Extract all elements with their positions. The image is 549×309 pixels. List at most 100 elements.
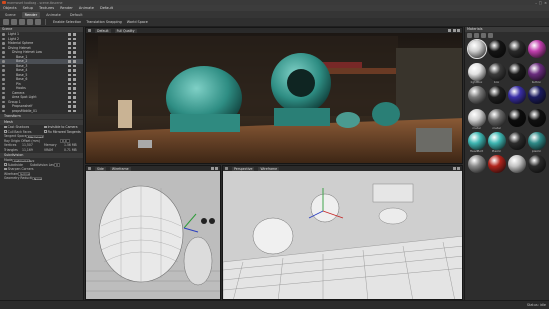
tab-render[interactable]: Render bbox=[21, 11, 41, 18]
material-swatch[interactable] bbox=[507, 109, 526, 131]
translation-snapping-toggle[interactable]: Translation Snapping bbox=[86, 20, 121, 24]
visibility-icon[interactable] bbox=[68, 46, 71, 49]
material-swatch[interactable] bbox=[467, 155, 486, 177]
menu-item-textures[interactable]: Textures bbox=[39, 6, 54, 10]
visibility-icon[interactable] bbox=[68, 82, 71, 85]
lock-icon[interactable] bbox=[73, 73, 76, 76]
visibility-icon[interactable] bbox=[68, 55, 71, 58]
menu-item-setup[interactable]: Setup bbox=[23, 6, 33, 10]
material-swatch[interactable]: plastic bbox=[527, 132, 546, 154]
visibility-icon[interactable] bbox=[68, 73, 71, 76]
material-swatch[interactable] bbox=[466, 39, 487, 62]
main-viewport[interactable]: Default Full Quality bbox=[85, 27, 463, 164]
camera-icon[interactable] bbox=[88, 167, 91, 170]
material-swatch[interactable]: button bbox=[527, 63, 546, 85]
material-swatch[interactable] bbox=[527, 155, 546, 177]
enable-selection-toggle[interactable]: Enable Selection bbox=[53, 20, 81, 24]
scale-tool-icon[interactable] bbox=[27, 19, 33, 25]
visibility-icon[interactable] bbox=[68, 33, 71, 36]
material-swatch[interactable]: metal bbox=[487, 109, 506, 131]
globe-tool-icon[interactable] bbox=[35, 19, 41, 25]
settings-icon[interactable] bbox=[452, 167, 456, 170]
settings-icon[interactable] bbox=[448, 29, 451, 32]
material-swatch[interactable] bbox=[507, 155, 526, 177]
lock-icon[interactable] bbox=[73, 96, 76, 99]
material-swatch[interactable] bbox=[487, 86, 506, 108]
maximize-view-icon[interactable] bbox=[215, 167, 218, 170]
side-mode-select[interactable]: Wireframe bbox=[109, 166, 131, 171]
lock-icon[interactable] bbox=[73, 60, 76, 63]
delete-material-icon[interactable] bbox=[481, 33, 486, 38]
side-viewport[interactable]: Side Wireframe bbox=[85, 165, 221, 300]
lock-icon[interactable] bbox=[73, 82, 76, 85]
material-swatch[interactable]: Plastic bbox=[487, 132, 506, 154]
visibility-icon[interactable] bbox=[68, 96, 71, 99]
visibility-icon[interactable] bbox=[68, 87, 71, 90]
tree-item[interactable]: propsMiddle_01 bbox=[0, 109, 83, 114]
material-swatch[interactable]: box bbox=[487, 63, 506, 85]
material-swatch[interactable] bbox=[527, 40, 546, 62]
visibility-icon[interactable] bbox=[68, 42, 71, 45]
duplicate-material-icon[interactable] bbox=[474, 33, 479, 38]
camera-icon[interactable] bbox=[88, 29, 91, 32]
lock-icon[interactable] bbox=[73, 37, 76, 40]
maximize-view-icon[interactable] bbox=[457, 167, 460, 170]
material-swatch[interactable] bbox=[527, 86, 546, 108]
material-swatch[interactable] bbox=[487, 155, 506, 177]
sharpen-corners-checkbox[interactable] bbox=[4, 167, 7, 171]
visibility-icon[interactable] bbox=[68, 69, 71, 72]
perspective-viewport[interactable]: Perspective Wireframe bbox=[222, 165, 463, 300]
material-settings-icon[interactable] bbox=[488, 33, 493, 38]
maximize-icon[interactable]: □ bbox=[539, 1, 542, 5]
lock-icon[interactable] bbox=[73, 55, 76, 58]
invisible-checkbox[interactable] bbox=[44, 125, 47, 129]
subdivision-mode-select[interactable]: Catmull-Clark bbox=[12, 158, 34, 162]
menu-item-default[interactable]: Default bbox=[100, 6, 113, 10]
persp-mode-select[interactable]: Wireframe bbox=[258, 166, 280, 171]
material-swatch[interactable] bbox=[527, 109, 546, 131]
cull-back-faces-checkbox[interactable] bbox=[4, 130, 7, 133]
lock-icon[interactable] bbox=[73, 105, 76, 108]
visibility-icon[interactable] bbox=[68, 100, 71, 103]
maximize-view-icon[interactable] bbox=[452, 29, 456, 32]
subdivision-level-input[interactable]: 0 bbox=[54, 163, 60, 167]
rotate-tool-icon[interactable] bbox=[19, 19, 25, 25]
lock-icon[interactable] bbox=[73, 64, 76, 67]
move-tool-icon[interactable] bbox=[11, 19, 17, 25]
visibility-icon[interactable] bbox=[68, 91, 71, 94]
lock-icon[interactable] bbox=[73, 87, 76, 90]
lock-icon[interactable] bbox=[73, 69, 76, 72]
lock-icon[interactable] bbox=[73, 109, 76, 112]
cast-shadows-checkbox[interactable] bbox=[4, 125, 7, 129]
lock-icon[interactable] bbox=[73, 78, 76, 81]
add-material-icon[interactable] bbox=[467, 33, 472, 38]
tab-animate[interactable]: Animate bbox=[43, 12, 64, 18]
visibility-icon[interactable] bbox=[68, 64, 71, 67]
visibility-icon[interactable] bbox=[68, 51, 71, 54]
material-swatch[interactable] bbox=[507, 86, 526, 108]
ray-origin-input[interactable]: 0.0 bbox=[60, 139, 70, 143]
menu-item-objects[interactable]: Objects bbox=[3, 6, 17, 10]
side-view-select[interactable]: Side bbox=[95, 166, 106, 171]
menu-item-render[interactable]: Render bbox=[60, 6, 73, 10]
main-mode-select[interactable]: Full Quality bbox=[114, 28, 137, 33]
visibility-icon[interactable] bbox=[68, 78, 71, 81]
visibility-icon[interactable] bbox=[68, 109, 71, 112]
material-swatch[interactable]: metal bbox=[467, 109, 486, 131]
close-view-icon[interactable] bbox=[457, 29, 460, 32]
fix-tangents-checkbox[interactable] bbox=[44, 130, 47, 133]
main-view-select[interactable]: Default bbox=[95, 28, 111, 33]
visibility-icon[interactable] bbox=[68, 37, 71, 40]
select-tool-icon[interactable] bbox=[3, 19, 9, 25]
close-icon[interactable]: × bbox=[544, 1, 547, 5]
material-swatch[interactable] bbox=[467, 86, 486, 108]
tangent-space-select[interactable]: Marmoset bbox=[26, 134, 44, 138]
lock-icon[interactable] bbox=[73, 42, 76, 45]
visibility-icon[interactable] bbox=[68, 60, 71, 63]
lock-icon[interactable] bbox=[73, 91, 76, 94]
material-swatch[interactable] bbox=[507, 40, 526, 62]
lock-icon[interactable] bbox=[73, 46, 76, 49]
subdivide-checkbox[interactable] bbox=[4, 163, 7, 166]
world-space-toggle[interactable]: World Space bbox=[127, 20, 148, 24]
material-swatch[interactable]: lightBox bbox=[467, 63, 486, 85]
